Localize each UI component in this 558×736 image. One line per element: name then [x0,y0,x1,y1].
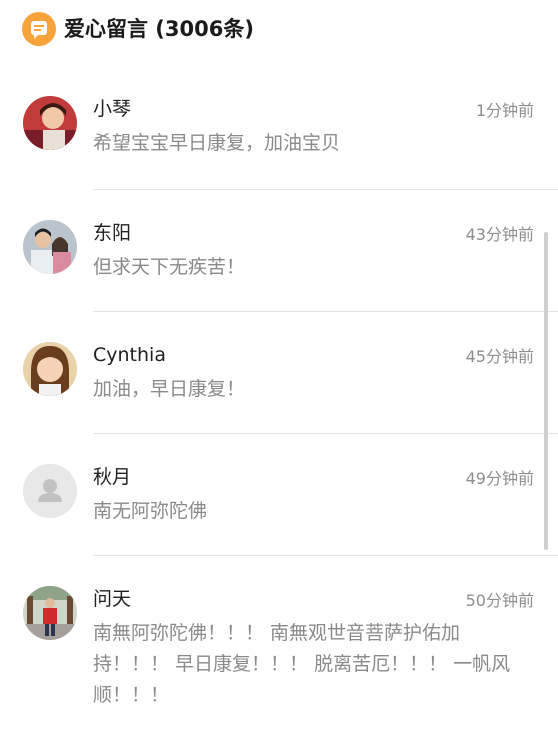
list-item[interactable]: Cynthia 45分钟前 加油，早日康复！ [0,312,558,434]
user-name: 东阳 [93,222,132,244]
scrollbar[interactable] [544,232,548,550]
user-name: 小琴 [93,98,132,120]
user-name: 问天 [93,588,132,610]
avatar[interactable] [23,586,77,640]
user-name: 秋月 [93,466,132,488]
timestamp: 50分钟前 [465,591,534,610]
list-item[interactable]: 小琴 1分钟前 希望宝宝早日康复，加油宝贝 [0,60,558,190]
list-item[interactable]: 问天 50分钟前 南無阿弥陀佛！！！ 南無观世音菩萨护佑加持！！！ 早日康复！！… [0,556,558,736]
message-text: 加油，早日康复！ [93,378,246,400]
list-item[interactable]: 秋月 49分钟前 南无阿弥陀佛 [0,434,558,556]
page-header: 爱心留言 (3006条) [0,0,558,60]
timestamp: 43分钟前 [465,225,534,244]
page-title: 爱心留言 (3006条) [64,17,254,41]
message-text: 南無阿弥陀佛！！！ 南無观世音菩萨护佑加持！！！ 早日康复！！！ 脱离苦厄！！！… [93,622,511,706]
timestamp: 49分钟前 [465,469,534,488]
message-text: 但求天下无疾苦！ [93,256,246,278]
list-item[interactable]: 东阳 43分钟前 但求天下无疾苦！ [0,190,558,312]
timestamp: 45分钟前 [465,347,534,366]
avatar[interactable] [23,342,77,396]
message-text: 希望宝宝早日康复，加油宝贝 [93,132,341,154]
user-name: Cynthia [93,344,166,366]
avatar[interactable] [23,220,77,274]
default-user-icon[interactable] [23,464,77,518]
message-text: 南无阿弥陀佛 [93,500,208,522]
message-icon [22,12,56,46]
timestamp: 1分钟前 [475,101,534,120]
avatar[interactable] [23,96,77,150]
